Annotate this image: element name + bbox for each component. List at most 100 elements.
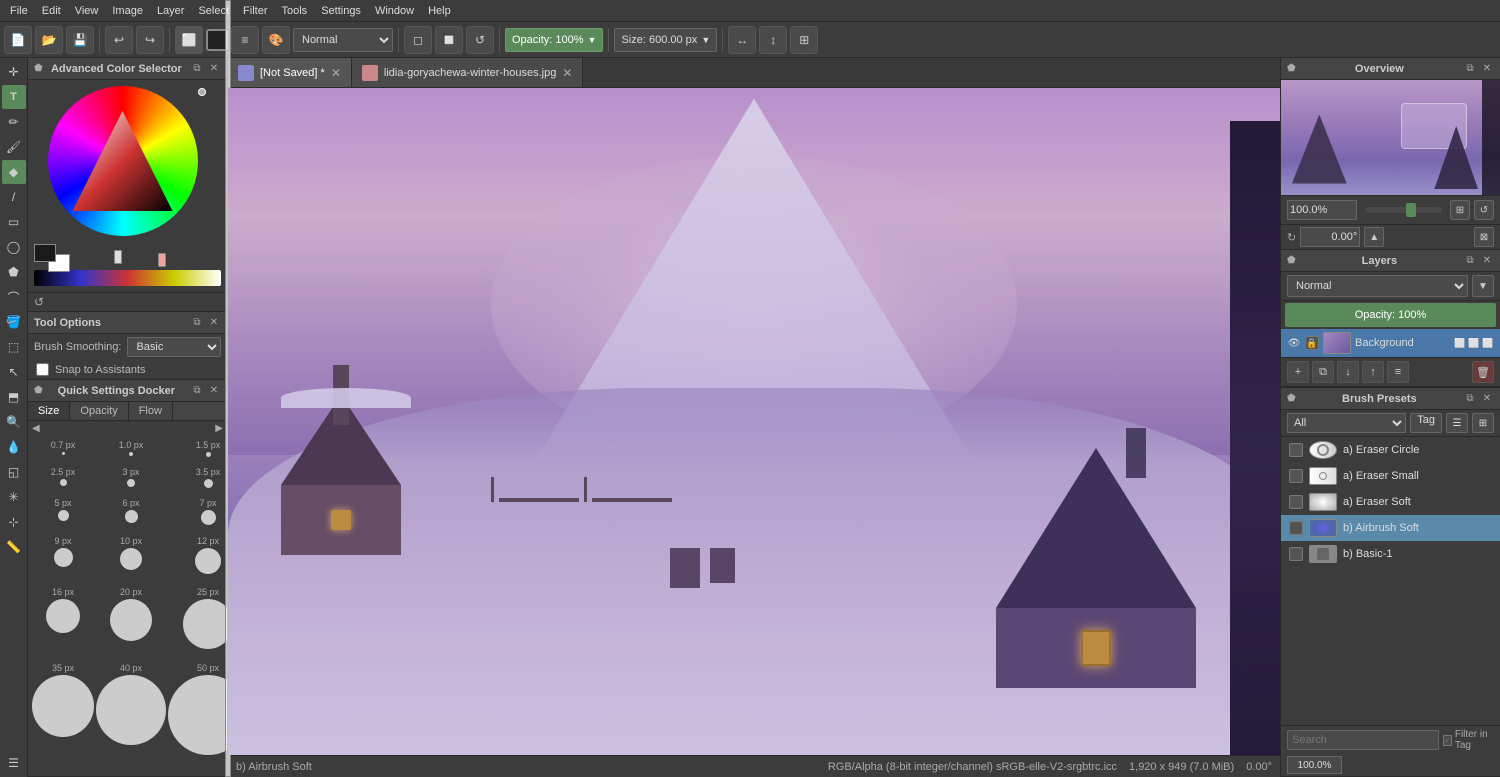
overview-close[interactable]: ✕ — [1480, 62, 1494, 76]
rotation-input[interactable] — [1300, 227, 1360, 247]
tool-gradient2[interactable]: ◱ — [2, 460, 26, 484]
tool-paint[interactable]: 🖌 — [2, 135, 26, 159]
overview-header[interactable]: ⬟ Overview ⧉ ✕ — [1281, 58, 1500, 80]
menu-edit[interactable]: Edit — [36, 3, 67, 19]
preset-airbrush-check[interactable] — [1289, 521, 1303, 535]
menu-window[interactable]: Window — [369, 3, 420, 19]
brush-size-07[interactable]: 0.7 px — [32, 440, 94, 465]
brush-size-16[interactable]: 16 px — [32, 587, 94, 661]
tool-measure[interactable]: 📏 — [2, 535, 26, 559]
mirror-y-btn[interactable]: ↕ — [759, 26, 787, 54]
snap-assistants-checkbox[interactable] — [36, 363, 49, 376]
preset-basic-1-check[interactable] — [1289, 547, 1303, 561]
menu-settings[interactable]: Settings — [315, 3, 367, 19]
new-button[interactable]: 📄 — [4, 26, 32, 54]
tool-fill[interactable]: 🪣 — [2, 310, 26, 334]
qs-scroll-right[interactable]: ▶ — [215, 423, 223, 434]
qs-tab-flow[interactable]: Flow — [129, 402, 173, 420]
brush-search-input[interactable] — [1287, 730, 1439, 750]
layer-lock-icon[interactable]: 🔒 — [1305, 336, 1319, 350]
tool-move[interactable]: ↖ — [2, 360, 26, 384]
tool-color-pick[interactable]: 💧 — [2, 435, 26, 459]
value-slider-thumb[interactable] — [158, 253, 166, 267]
brush-size-6[interactable]: 6 px — [96, 498, 166, 534]
zoom-value-input[interactable] — [1287, 200, 1357, 220]
quick-settings-header[interactable]: ⬟ Quick Settings Docker ⧉ ✕ — [28, 380, 227, 402]
brush-size-5[interactable]: 5 px — [32, 498, 94, 534]
color-wheel[interactable] — [48, 86, 198, 236]
opacity-arrow[interactable]: ▼ — [588, 35, 597, 45]
zoom-fit-btn[interactable]: ⊞ — [1450, 200, 1470, 220]
preset-eraser-small-check[interactable] — [1289, 469, 1303, 483]
layers-blend-select[interactable]: Normal — [1287, 275, 1468, 297]
layer-visibility-icon[interactable]: 👁 — [1287, 336, 1301, 350]
refill-btn[interactable]: ↺ — [466, 26, 494, 54]
fg-bg-swatches[interactable] — [34, 244, 70, 272]
menu-image[interactable]: Image — [106, 3, 149, 19]
tool-assistants[interactable]: ⊹ — [2, 510, 26, 534]
move-layer-up-btn[interactable]: ↑ — [1362, 361, 1384, 383]
add-layer-btn[interactable]: + — [1287, 361, 1309, 383]
tool-polygon[interactable]: ⬟ — [2, 260, 26, 284]
tool-zoom[interactable]: 🔍 — [2, 410, 26, 434]
qs-scroll-left[interactable]: ◀ — [32, 423, 40, 434]
preset-eraser-circle-check[interactable] — [1289, 443, 1303, 457]
bp-grid-view-btn[interactable]: ⊞ — [1472, 413, 1494, 433]
tab-not-saved[interactable]: [Not Saved] * ✕ — [228, 58, 352, 87]
layers-header[interactable]: ⬟ Layers ⧉ ✕ — [1281, 250, 1500, 272]
color-selector-header[interactable]: ⬟ Advanced Color Selector ⧉ ✕ — [28, 58, 227, 80]
brush-size-35[interactable]: 3.5 px — [168, 467, 227, 496]
canvas-mirror-btn[interactable]: ⊠ — [1474, 227, 1494, 247]
zoom-slider-thumb[interactable] — [1406, 203, 1416, 217]
color-wheel-handle[interactable] — [198, 88, 206, 96]
tool-line[interactable]: / — [2, 185, 26, 209]
brush-size-7[interactable]: 7 px — [168, 498, 227, 534]
blend-mode-select[interactable]: Normal — [293, 28, 393, 52]
overview-float[interactable]: ⧉ — [1463, 62, 1477, 76]
tab-reference-close[interactable]: ✕ — [562, 66, 572, 80]
rotation-stepper-up[interactable]: ▲ — [1364, 227, 1384, 247]
preserve-alpha-btn[interactable]: 🔲 — [435, 26, 463, 54]
tool-path[interactable]: ⌒ — [2, 285, 26, 309]
pattern-btn[interactable]: ≡ — [231, 26, 259, 54]
tool-brush[interactable]: ◆ — [2, 160, 26, 184]
layer-action-1[interactable]: ⬜ — [1454, 338, 1466, 349]
tool-rect[interactable]: ▭ — [2, 210, 26, 234]
brush-size-40[interactable]: 40 px — [96, 663, 166, 772]
tab-not-saved-close[interactable]: ✕ — [331, 66, 341, 80]
mirror-x-btn[interactable]: ↔ — [728, 26, 756, 54]
preset-eraser-circle[interactable]: a) Eraser Circle — [1281, 437, 1500, 463]
brush-presets-zoom-input[interactable] — [1287, 756, 1342, 774]
canvas-area[interactable] — [228, 88, 1280, 755]
qs-tab-size[interactable]: Size — [28, 402, 70, 420]
undo-button[interactable]: ↩ — [105, 26, 133, 54]
tool-options-close[interactable]: ✕ — [207, 316, 221, 330]
move-layer-down-btn[interactable]: ↓ — [1337, 361, 1359, 383]
brush-size-35[interactable]: 35 px — [32, 663, 94, 772]
fg-color-swatch[interactable] — [34, 244, 56, 262]
layers-close[interactable]: ✕ — [1480, 254, 1494, 268]
zoom-slider[interactable] — [1365, 207, 1442, 213]
quick-settings-close[interactable]: ✕ — [207, 384, 221, 398]
layer-action-2[interactable]: ⬜ — [1468, 338, 1480, 349]
layer-action-3[interactable]: ⬜ — [1482, 338, 1494, 349]
layer-properties-btn[interactable]: ≡ — [1387, 361, 1409, 383]
gradient-btn[interactable]: 🎨 — [262, 26, 290, 54]
color-triangle[interactable] — [73, 111, 173, 211]
filter-in-tag-check[interactable]: ✓ Filter in Tag — [1443, 729, 1494, 751]
brush-size-3[interactable]: 3 px — [96, 467, 166, 496]
menu-filter[interactable]: Filter — [237, 3, 273, 19]
layer-item-background[interactable]: 👁 🔒 Background ⬜ ⬜ ⬜ — [1281, 329, 1500, 357]
preset-eraser-soft-check[interactable] — [1289, 495, 1303, 509]
preset-eraser-soft[interactable]: a) Eraser Soft — [1281, 489, 1500, 515]
zoom-rotate-btn[interactable]: ↺ — [1474, 200, 1494, 220]
tool-select[interactable]: ⬚ — [2, 335, 26, 359]
duplicate-layer-btn[interactable]: ⧉ — [1312, 361, 1334, 383]
redo-button[interactable]: ↪ — [136, 26, 164, 54]
save-button[interactable]: 💾 — [66, 26, 94, 54]
layers-opacity-display[interactable]: Opacity: 100% — [1285, 303, 1496, 327]
menu-tools[interactable]: Tools — [276, 3, 314, 19]
tool-text[interactable]: T — [2, 85, 26, 109]
bp-list-view-btn[interactable]: ☰ — [1446, 413, 1468, 433]
size-control[interactable]: Size: 600.00 px ▼ — [614, 28, 717, 52]
